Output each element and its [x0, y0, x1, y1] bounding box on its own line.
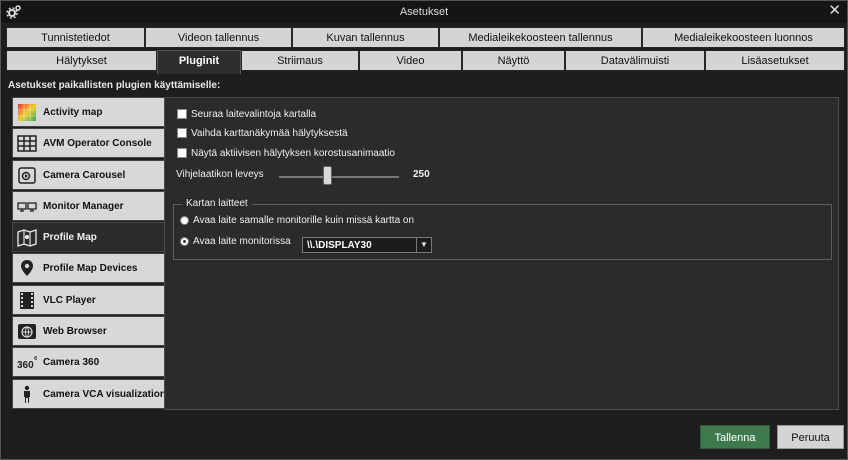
switch-map-view-row[interactable]: Vaihda karttanäkymää hälytyksestä — [177, 128, 348, 139]
profile-map-icon — [17, 229, 37, 248]
plugin-label: Web Browser — [43, 326, 107, 338]
save-button[interactable]: Tallenna — [700, 425, 770, 449]
tooltip-width-slider-thumb[interactable] — [323, 166, 332, 185]
tooltip-width-label: Vihjelaatikon leveys — [176, 169, 264, 180]
tooltip-width-slider-track[interactable] — [279, 176, 399, 178]
plugin-settings-panel: Seuraa laitevalintoja kartalla Vaihda ka… — [164, 97, 839, 410]
globe-icon — [18, 324, 36, 340]
person-icon — [24, 385, 30, 403]
plugin-label: AVM Operator Console — [43, 138, 152, 150]
tab-striimaus[interactable]: Striimaus — [241, 50, 359, 71]
camera-carousel-icon — [18, 166, 36, 184]
plugin-label: Camera 360 — [43, 357, 100, 369]
plugin-item-camera-360[interactable]: 360 Camera 360 — [12, 347, 165, 378]
open-on-monitor-radio[interactable] — [180, 236, 189, 246]
plugin-label: Camera Carousel — [43, 169, 126, 181]
highlight-animation-row[interactable]: Näytä aktiivisen hälytyksen korostusanim… — [177, 148, 395, 159]
tab-lisaasetukset[interactable]: Lisäasetukset — [705, 50, 845, 71]
plugin-label: VLC Player — [43, 294, 96, 306]
plugins-header-label: Asetukset paikallisten plugien käyttämis… — [8, 80, 221, 91]
plugin-label: Profile Map Devices — [43, 263, 138, 275]
open-on-monitor-row[interactable]: Avaa laite monitorissa — [180, 236, 291, 247]
plugin-list: Activity map AVM Operator Console Camera… — [12, 97, 167, 410]
tab-tunnistetiedot[interactable]: Tunnistetiedot — [6, 27, 145, 48]
plugin-item-monitor-manager[interactable]: Monitor Manager — [12, 190, 165, 221]
operator-console-icon — [17, 135, 37, 153]
plugin-label: Monitor Manager — [43, 200, 124, 212]
film-strip-icon — [20, 291, 34, 309]
cancel-button[interactable]: Peruuta — [777, 425, 844, 449]
tab-video[interactable]: Video — [359, 50, 462, 71]
close-icon[interactable]: ✕ — [828, 3, 841, 19]
plugin-item-activity-map[interactable]: Activity map — [12, 97, 165, 127]
switch-map-view-checkbox[interactable] — [177, 128, 187, 139]
monitor-select[interactable]: \\.\DISPLAY30 ▼ — [302, 237, 432, 253]
checkbox-label: Vaihda karttanäkymää hälytyksestä — [191, 128, 348, 139]
title-bar: Asetukset ✕ — [1, 1, 847, 23]
settings-window: Asetukset ✕ Tunnistetiedot Videon tallen… — [0, 0, 848, 460]
open-same-monitor-radio[interactable] — [180, 215, 189, 225]
radio-label: Avaa laite monitorissa — [193, 236, 291, 247]
tooltip-width-value: 250 — [413, 169, 430, 180]
open-same-monitor-row[interactable]: Avaa laite samalle monitorille kuin miss… — [180, 215, 414, 226]
tab-halytykset[interactable]: Hälytykset — [6, 50, 157, 71]
plugin-label: Camera VCA visualization — [43, 388, 167, 400]
plugin-label: Activity map — [43, 107, 103, 118]
plugin-item-avm-operator-console[interactable]: AVM Operator Console — [12, 128, 165, 159]
follow-device-selection-checkbox[interactable] — [177, 109, 187, 120]
tab-kuvan-tallennus[interactable]: Kuvan tallennus — [292, 27, 439, 48]
tab-naytto[interactable]: Näyttö — [462, 50, 565, 71]
map-devices-group: Kartan laitteet Avaa laite samalle monit… — [173, 198, 832, 260]
checkbox-label: Näytä aktiivisen hälytyksen korostusanim… — [191, 148, 395, 159]
chevron-down-icon[interactable]: ▼ — [416, 238, 431, 252]
tab-datavalimuisti[interactable]: Datavälimuisti — [565, 50, 705, 71]
svg-text:360: 360 — [17, 360, 34, 371]
monitor-select-value: \\.\DISPLAY30 — [307, 240, 372, 251]
plugin-item-profile-map[interactable]: Profile Map — [12, 222, 165, 253]
plugin-item-camera-carousel[interactable]: Camera Carousel — [12, 159, 165, 190]
follow-device-selection-row[interactable]: Seuraa laitevalintoja kartalla — [177, 109, 316, 120]
tab-videon-tallennus[interactable]: Videon tallennus — [145, 27, 292, 48]
plugin-item-vlc-player[interactable]: VLC Player — [12, 284, 165, 315]
tab-pluginit[interactable]: Pluginit — [157, 50, 241, 74]
tab-medialeike-luonnos[interactable]: Medialeikekoosteen luonnos — [642, 27, 845, 48]
checkbox-label: Seuraa laitevalintoja kartalla — [191, 109, 317, 120]
window-title: Asetukset — [399, 6, 449, 18]
radio-label: Avaa laite samalle monitorille kuin miss… — [193, 215, 415, 226]
map-pin-icon — [21, 260, 33, 277]
plugin-item-web-browser[interactable]: Web Browser — [12, 316, 165, 347]
plugin-label: Profile Map — [43, 232, 97, 244]
group-title: Kartan laitteet — [182, 198, 252, 209]
plugin-item-camera-vca[interactable]: Camera VCA visualization — [12, 378, 167, 409]
tab-medialeike-tallennus[interactable]: Medialeikekoosteen tallennus — [439, 27, 642, 48]
monitor-manager-icon — [17, 202, 37, 212]
activity-map-icon — [18, 104, 36, 121]
plugin-item-profile-map-devices[interactable]: Profile Map Devices — [12, 253, 165, 284]
highlight-animation-checkbox[interactable] — [177, 148, 187, 159]
camera-360-icon: 360 — [17, 356, 37, 371]
